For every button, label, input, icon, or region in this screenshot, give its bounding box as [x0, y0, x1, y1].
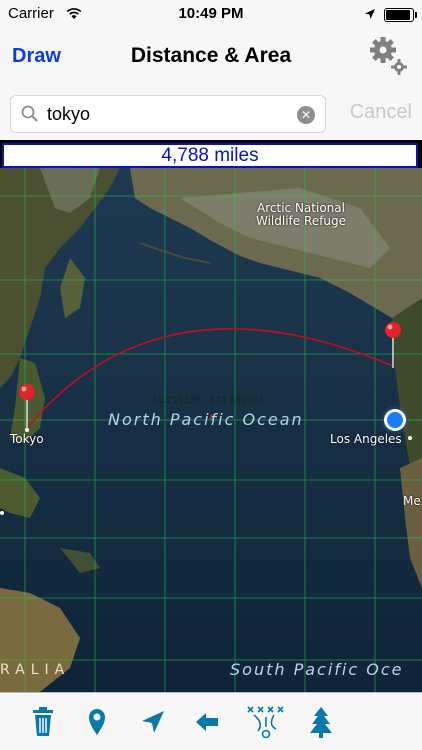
tree-icon[interactable] — [304, 705, 338, 739]
back-arrow-icon[interactable] — [190, 705, 224, 739]
status-time: 10:49 PM — [178, 5, 244, 22]
play-diagram-icon[interactable] — [246, 705, 286, 739]
pin-icon[interactable] — [80, 705, 114, 739]
location-arrow-icon[interactable] — [136, 705, 170, 739]
map-view[interactable]: Arctic National Wildlife Refuge 36.25138… — [0, 168, 422, 692]
carrier-label: Carrier — [8, 5, 54, 22]
map-label-tokyo: Tokyo — [10, 432, 44, 446]
nav-bar: Draw Distance & Area — [0, 28, 422, 88]
location-services-icon — [364, 7, 376, 24]
wifi-icon — [66, 7, 82, 24]
battery-icon — [384, 8, 417, 22]
trash-icon[interactable] — [26, 705, 60, 739]
page-title: Distance & Area — [130, 44, 292, 67]
search-icon — [21, 105, 39, 128]
settings-gear-icon[interactable] — [368, 36, 408, 76]
status-bar: Carrier 10:49 PM — [0, 0, 422, 28]
current-location-icon — [381, 406, 409, 434]
search-field[interactable]: ✕ — [10, 95, 326, 133]
draw-button[interactable]: Draw — [12, 45, 61, 68]
map-label-refuge: Arctic National Wildlife Refuge — [256, 202, 346, 228]
map-label-australia: RALIA — [0, 662, 71, 678]
map-label-north-pacific: North Pacific Ocean — [108, 410, 304, 429]
search-bar: ✕ Cancel — [0, 88, 422, 140]
search-input[interactable] — [47, 102, 297, 126]
map-canvas — [0, 168, 422, 692]
midpoint-coordinates: 36.251388, -171.899003 — [152, 396, 265, 406]
cancel-button[interactable]: Cancel — [350, 101, 412, 124]
distance-readout: 4,788 miles — [2, 143, 418, 168]
bottom-toolbar — [0, 692, 422, 750]
map-label-mexico: Mex — [403, 494, 422, 508]
map-label-south-pacific: South Pacific Oce — [230, 660, 404, 679]
refuge-line-2: Wildlife Refuge — [256, 214, 346, 228]
clear-search-icon[interactable]: ✕ — [297, 106, 315, 124]
map-label-los-angeles: Los Angeles — [330, 432, 402, 446]
